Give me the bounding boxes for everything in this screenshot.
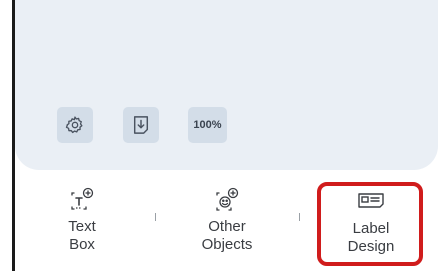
canvas-panel: 100% xyxy=(15,0,438,170)
tab-other-objects[interactable]: Other Objects xyxy=(187,187,267,265)
text-box-add-icon xyxy=(69,187,95,215)
smiley-add-icon xyxy=(213,187,241,215)
zoom-level-button[interactable]: 100% xyxy=(188,107,227,143)
screen: 100% Text Box Other Objects Label Design xyxy=(0,0,438,271)
label-design-icon xyxy=(356,189,386,217)
tab-label-design[interactable]: Label Design xyxy=(315,189,427,267)
tab-text-box-line2: Box xyxy=(69,236,95,253)
download-button[interactable] xyxy=(123,107,159,143)
bottom-tab-bar: Text Box Other Objects Label Design xyxy=(15,170,438,271)
tab-text-box-line1: Text xyxy=(68,218,96,235)
tab-other-objects-line2: Objects xyxy=(201,236,253,253)
tab-label-design-line1: Label xyxy=(352,220,390,237)
gear-icon xyxy=(65,116,83,134)
settings-button[interactable] xyxy=(57,107,93,143)
zoom-level-label: 100% xyxy=(193,119,222,131)
tab-other-objects-line1: Other xyxy=(208,218,246,235)
tab-text-box[interactable]: Text Box xyxy=(54,187,110,265)
download-icon xyxy=(133,116,149,134)
tab-label-design-line2: Design xyxy=(347,238,395,255)
tab-separator xyxy=(155,213,156,221)
tab-separator xyxy=(299,213,300,221)
